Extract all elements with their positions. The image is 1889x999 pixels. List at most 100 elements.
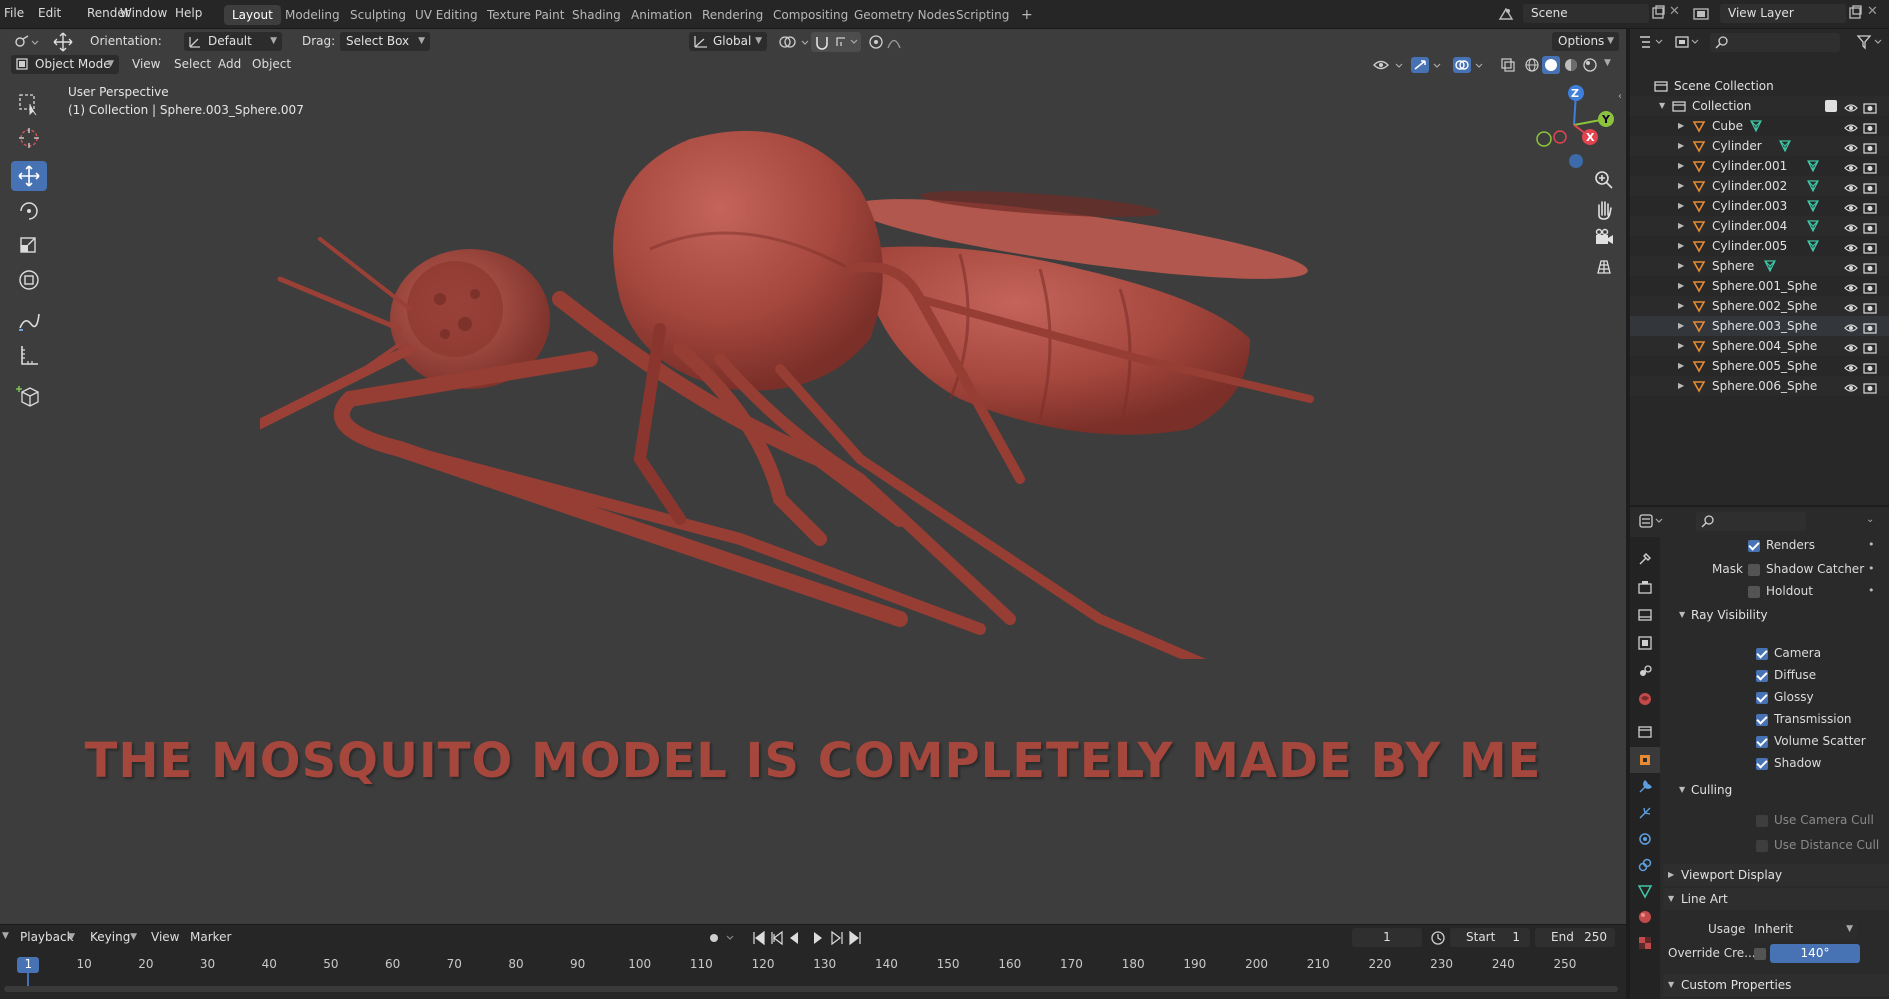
move-tool-button[interactable]	[11, 161, 47, 191]
menu-add[interactable]: Add	[218, 55, 241, 74]
outliner-object-row[interactable]: ▶ Sphere.006_Sphere.0	[1630, 376, 1889, 396]
transform-orientation-dropdown[interactable]: Global ▼	[689, 32, 767, 51]
viewport-display-panel[interactable]: ▶ Viewport Display	[1663, 864, 1889, 886]
drag-dropdown[interactable]: Select Box ▼	[340, 32, 430, 51]
gizmo-toggle-icon[interactable]	[1410, 56, 1444, 74]
camera-view-icon[interactable]	[1590, 224, 1618, 252]
chevron-right-icon[interactable]: ▶	[1678, 116, 1684, 136]
tab-animation[interactable]: Animation	[623, 5, 700, 25]
new-scene-icon[interactable]	[1650, 5, 1666, 21]
data-tab-icon[interactable]	[1637, 883, 1653, 899]
modifier-tab-icon[interactable]	[1637, 779, 1653, 795]
menu-select[interactable]: Select	[174, 55, 211, 74]
tab-geometry-nodes[interactable]: Geometry Nodes	[846, 5, 963, 25]
menu-help[interactable]: Help	[175, 6, 202, 20]
tab-modeling[interactable]: Modeling	[277, 5, 348, 25]
proportional-editing-icon[interactable]	[866, 33, 916, 51]
xray-icon[interactable]	[1500, 57, 1516, 73]
overlays-icon[interactable]	[1452, 56, 1486, 74]
menu-edit[interactable]: Edit	[38, 6, 61, 20]
collection-exclude-checkbox[interactable]	[1825, 100, 1837, 112]
keyframe-dot-icon[interactable]: •	[1868, 562, 1875, 575]
scale-tool[interactable]	[11, 230, 47, 260]
tab-shading[interactable]: Shading	[564, 5, 629, 25]
outliner-editor-type-icon[interactable]	[1638, 34, 1668, 50]
volume-scatter-checkbox[interactable]	[1756, 736, 1768, 748]
diffuse-checkbox[interactable]	[1756, 670, 1768, 682]
material-preview-icon[interactable]	[1563, 57, 1579, 73]
menu-file[interactable]: File	[4, 6, 24, 20]
view-layer-tab-icon[interactable]	[1637, 635, 1653, 651]
snap-icon[interactable]	[811, 32, 861, 52]
delete-scene-icon[interactable]: ✕	[1669, 4, 1680, 19]
chevron-right-icon[interactable]: ▶	[1678, 276, 1684, 296]
outliner-object-row[interactable]: ▶ Cylinder.003	[1630, 196, 1889, 216]
3d-viewport[interactable]: Orientation: Default ▼ Drag: Select Box …	[0, 29, 1626, 924]
constraints-tab-icon[interactable]	[1637, 857, 1653, 873]
transform-tool[interactable]	[11, 265, 47, 295]
rendered-shading-icon[interactable]	[1582, 57, 1598, 73]
physics-tab-icon[interactable]	[1637, 831, 1653, 847]
orientation-dropdown[interactable]: Default ▼	[184, 32, 282, 51]
texture-tab-icon[interactable]	[1637, 935, 1653, 951]
zoom-button[interactable]	[1590, 166, 1618, 194]
tab-layout[interactable]: Layout	[224, 5, 281, 25]
menu-view[interactable]: View	[132, 55, 160, 74]
shadow-checkbox[interactable]	[1756, 758, 1768, 770]
tab-uv-editing[interactable]: UV Editing	[407, 5, 486, 25]
select-box-tool[interactable]	[11, 88, 47, 118]
line-art-panel[interactable]: ▼ Line Art	[1663, 888, 1889, 910]
scene-tab-icon[interactable]	[1637, 663, 1653, 679]
tab-sculpting[interactable]: Sculpting	[342, 5, 414, 25]
tool-tab-icon[interactable]	[1637, 551, 1653, 567]
filter-icon[interactable]	[1856, 34, 1886, 50]
view-layer-icon[interactable]	[1692, 5, 1710, 23]
renders-checkbox[interactable]	[1748, 540, 1760, 552]
chevron-right-icon[interactable]: ▶	[1678, 136, 1684, 156]
mosquito-model[interactable]	[260, 99, 1360, 659]
custom-properties-panel[interactable]: ▼ Custom Properties	[1663, 974, 1889, 996]
ray-visibility-panel[interactable]: ▼ Ray Visibility	[1663, 604, 1889, 626]
visibility-icon[interactable]	[1372, 56, 1408, 74]
outliner-collection[interactable]: ▼ Collection	[1630, 96, 1889, 116]
outliner-object-row[interactable]: ▶ Sphere.004_Sphere.0	[1630, 336, 1889, 356]
outliner-object-row[interactable]: ▶ Cylinder.004	[1630, 216, 1889, 236]
tab-compositing[interactable]: Compositing	[765, 5, 856, 25]
chevron-right-icon[interactable]: ▶	[1678, 256, 1684, 276]
menu-window[interactable]: Window	[120, 6, 167, 20]
solid-shading-icon[interactable]	[1542, 56, 1560, 74]
new-view-layer-icon[interactable]	[1847, 5, 1863, 21]
outliner-object-row[interactable]: ▶ Cylinder.002	[1630, 176, 1889, 196]
delete-view-layer-icon[interactable]: ✕	[1867, 4, 1878, 19]
chevron-right-icon[interactable]: ▶	[1678, 236, 1684, 256]
outliner-object-row[interactable]: ▶ Cube	[1630, 116, 1889, 136]
outliner-object-row[interactable]: ▶ Sphere	[1630, 256, 1889, 276]
chevron-right-icon[interactable]: ▶	[1678, 376, 1684, 396]
outliner-object-row[interactable]: ▶ Sphere.001_Sphere.0	[1630, 276, 1889, 296]
chevron-right-icon[interactable]: ▶	[1678, 216, 1684, 236]
chevron-right-icon[interactable]: ▶	[1678, 196, 1684, 216]
outliner-object-row[interactable]: ▶ Sphere.002_Sphere.0	[1630, 296, 1889, 316]
keyframe-dot-icon[interactable]: •	[1868, 584, 1875, 597]
override-crease-checkbox[interactable]	[1754, 948, 1766, 960]
add-cube-tool[interactable]	[11, 380, 47, 410]
usage-dropdown[interactable]: Inherit ▼	[1748, 920, 1858, 939]
outliner-object-row[interactable]: ▶ Sphere.005_Sphere.0	[1630, 356, 1889, 376]
glossy-checkbox[interactable]	[1756, 692, 1768, 704]
perspective-toggle-icon[interactable]	[1590, 253, 1618, 281]
chevron-right-icon[interactable]: ▶	[1678, 296, 1684, 316]
cursor-tool[interactable]	[11, 123, 47, 153]
world-tab-icon[interactable]	[1637, 691, 1653, 707]
mode-dropdown[interactable]: Object Mode ▼	[11, 55, 119, 74]
chevron-right-icon[interactable]: ▶	[1678, 336, 1684, 356]
shadow-catcher-checkbox[interactable]	[1748, 564, 1760, 576]
chevron-right-icon[interactable]: ▶	[1678, 356, 1684, 376]
pivot-point-icon[interactable]	[777, 33, 813, 51]
outliner-object-row[interactable]: ▶ Cylinder.001	[1630, 156, 1889, 176]
options-dropdown[interactable]: Options ▼	[1552, 32, 1619, 51]
move-tool-icon[interactable]	[52, 32, 74, 52]
hand-pan-icon[interactable]	[1590, 195, 1618, 223]
tab-rendering[interactable]: Rendering	[694, 5, 771, 25]
rotate-tool[interactable]	[11, 196, 47, 226]
material-tab-icon[interactable]	[1637, 909, 1653, 925]
